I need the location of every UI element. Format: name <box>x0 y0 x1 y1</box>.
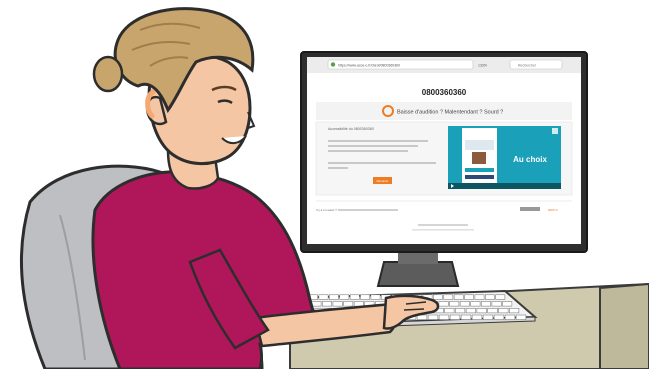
keyboard-key <box>471 314 483 320</box>
keyboard-key <box>343 301 354 307</box>
keyboard-key <box>455 308 466 314</box>
keyboard-key <box>353 301 364 307</box>
keyboard-key <box>481 301 491 307</box>
platform-icons <box>520 207 540 211</box>
search-placeholder: Rechercher <box>518 64 537 68</box>
phone-number-title: 0800360360 <box>422 88 467 97</box>
keyboard-key <box>318 294 329 300</box>
url-text: https://www.acce-o.fr/client/0800360360 <box>338 64 400 68</box>
keyboard-key <box>459 301 470 307</box>
keyboard-key <box>322 301 332 307</box>
keyboard-key <box>470 301 481 307</box>
keyboard-key <box>449 314 461 320</box>
lock-icon <box>330 62 336 67</box>
keyboard-key <box>493 314 505 320</box>
keyboard-key <box>311 301 322 307</box>
banner-text: Baisse d'audition ? Malentendant ? Sourd… <box>397 110 503 116</box>
keyboard-key <box>329 294 339 300</box>
keyboard-key <box>433 294 443 300</box>
illustration-scene: https://www.acce-o.fr/client/0800360360 … <box>19 7 649 369</box>
keyboard-key <box>349 294 360 300</box>
keyboard-key <box>482 314 494 320</box>
keyboard-key <box>427 314 439 320</box>
keyboard-key <box>332 301 343 307</box>
keyboard-key <box>438 314 450 320</box>
keyboard-key <box>339 294 350 300</box>
keyboard-key <box>464 294 474 300</box>
panel-title: Accessibilité du 0800360360 <box>328 127 374 131</box>
brand-logo: acce-o <box>548 208 558 212</box>
keyboard-key <box>498 308 509 314</box>
keyboard-key <box>443 294 454 300</box>
footer-question[interactable]: Il y a un souci ? <box>316 208 337 212</box>
keyboard-key <box>515 314 527 320</box>
keyboard-key <box>474 294 485 300</box>
keyboard-key <box>504 314 516 320</box>
keyboard-key <box>449 301 460 307</box>
keyboard-key <box>360 294 370 300</box>
keyboard-key <box>465 308 476 314</box>
keyboard-key <box>495 294 506 300</box>
keyboard-key <box>502 301 513 307</box>
keyboard-key <box>453 294 464 300</box>
keyboard-key <box>460 314 472 320</box>
start-button-label: Démarrer <box>377 179 389 183</box>
zoom-level: 133% <box>478 64 487 68</box>
keyboard-key <box>487 308 498 314</box>
keyboard-key <box>509 308 520 314</box>
keyboard-key <box>444 308 455 314</box>
video-label: Au choix <box>513 155 547 164</box>
keyboard-key <box>438 301 449 307</box>
keyboard-key <box>370 294 381 300</box>
fullscreen-icon[interactable] <box>552 128 558 134</box>
keyboard-key <box>476 308 487 314</box>
keyboard-key <box>485 294 495 300</box>
keyboard-key <box>491 301 502 307</box>
